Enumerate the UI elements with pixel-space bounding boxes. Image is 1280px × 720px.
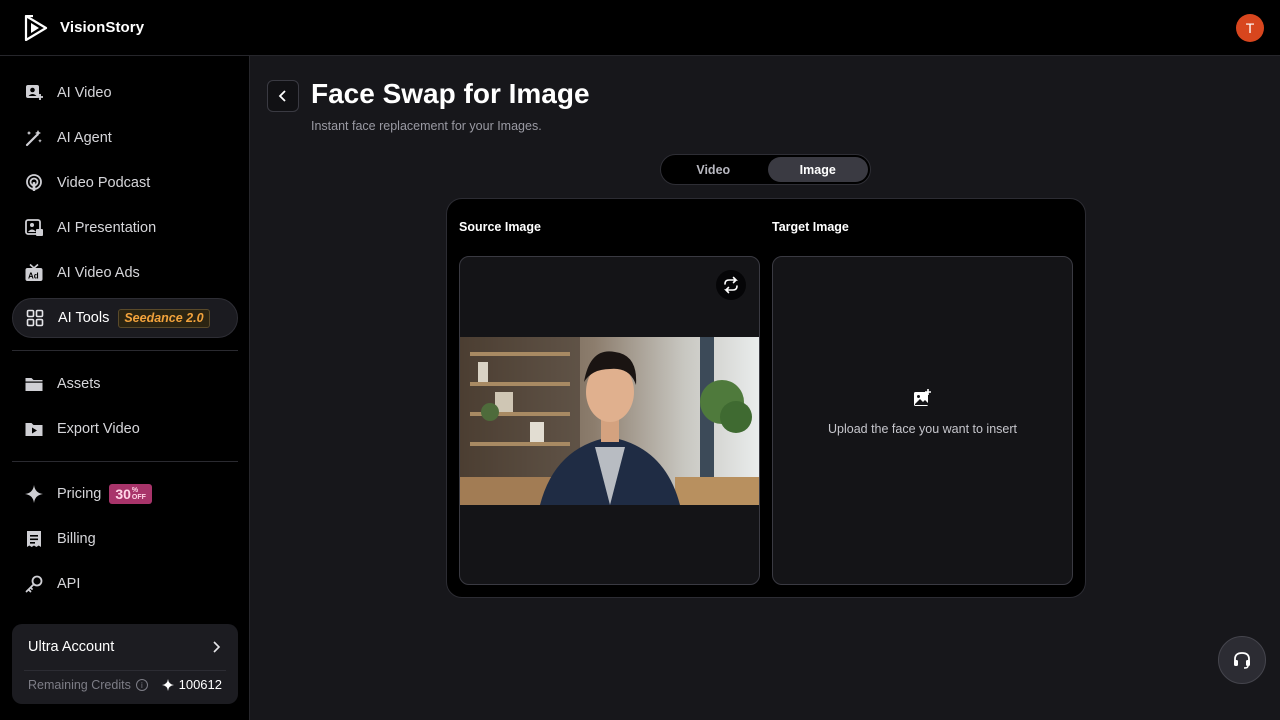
brand[interactable]: VisionStory	[24, 14, 145, 41]
sidebar-item-video-podcast[interactable]: Video Podcast	[12, 163, 238, 203]
sidebar-item-export-video[interactable]: Export Video	[12, 409, 238, 449]
page-title: Face Swap for Image	[311, 78, 590, 109]
source-photo	[460, 337, 759, 505]
account-card[interactable]: Ultra Account Remaining Credits i 100612	[12, 624, 238, 704]
sidebar-item-label: API	[57, 576, 81, 592]
source-image-label: Source Image	[459, 220, 541, 234]
sidebar-item-label: Pricing	[57, 486, 102, 502]
presentation-icon	[24, 218, 44, 238]
sidebar-item-label: Billing	[57, 531, 96, 547]
support-button[interactable]	[1218, 636, 1266, 684]
sidebar-item-pricing[interactable]: Pricing 30 % OFF	[12, 474, 238, 514]
tab-image[interactable]: Image	[767, 157, 868, 182]
tab-video[interactable]: Video	[663, 157, 764, 182]
source-image-slot[interactable]	[459, 256, 760, 585]
account-divider	[24, 670, 226, 671]
swap-arrows-icon	[724, 276, 738, 294]
grid-icon	[25, 308, 45, 328]
chevron-right-icon	[213, 641, 221, 653]
discount-badge: 30 % OFF	[109, 484, 152, 504]
back-button[interactable]	[267, 80, 299, 112]
sidebar: AI Video AI Agent Video Podcast AI Prese…	[0, 56, 250, 720]
sidebar-item-ai-agent[interactable]: AI Agent	[12, 118, 238, 158]
seedance-badge: Seedance 2.0	[118, 308, 210, 328]
sidebar-item-label: Export Video	[57, 421, 140, 437]
sidebar-item-ai-video-ads[interactable]: Ad AI Video Ads	[12, 253, 238, 293]
target-image-label: Target Image	[772, 220, 849, 234]
top-bar: VisionStory T	[0, 0, 1280, 56]
user-avatar[interactable]: T	[1236, 14, 1264, 42]
sidebar-item-ai-presentation[interactable]: AI Presentation	[12, 208, 238, 248]
ad-icon: Ad	[24, 263, 44, 283]
magic-wand-icon	[24, 128, 44, 148]
credit-sparkle-icon	[161, 678, 174, 691]
page-subtitle: Instant face replacement for your Images…	[311, 119, 542, 133]
add-image-icon	[914, 389, 931, 406]
upload-instruction: Upload the face you want to insert	[827, 422, 1017, 436]
key-icon	[24, 574, 44, 594]
folder-icon	[24, 374, 44, 394]
sidebar-divider	[12, 350, 238, 351]
sidebar-item-label: AI Presentation	[57, 220, 157, 236]
info-icon[interactable]: i	[135, 679, 148, 691]
sidebar-item-label: AI Video	[57, 85, 112, 101]
sidebar-item-assets[interactable]: Assets	[12, 364, 238, 404]
visionstory-logo-icon	[24, 14, 48, 41]
account-title: Ultra Account	[28, 639, 115, 655]
target-image-upload[interactable]: Upload the face you want to insert	[772, 256, 1073, 585]
credits-value: 100612	[161, 677, 222, 692]
sidebar-item-billing[interactable]: Billing	[12, 519, 238, 559]
ai-video-icon	[24, 83, 44, 103]
mode-toggle: Video Image	[660, 154, 871, 185]
headset-icon	[1234, 652, 1250, 669]
sidebar-item-api[interactable]: API	[12, 564, 238, 604]
chevron-left-icon	[278, 90, 286, 102]
sidebar-item-label: AI Tools	[58, 310, 110, 326]
sidebar-divider	[12, 461, 238, 462]
sidebar-item-label: AI Agent	[57, 130, 112, 146]
podcast-icon	[24, 173, 44, 193]
sidebar-item-label: AI Video Ads	[57, 265, 140, 281]
svg-text:Ad: Ad	[28, 272, 39, 281]
sidebar-item-ai-video[interactable]: AI Video	[12, 73, 238, 113]
swap-button[interactable]	[716, 270, 746, 300]
sidebar-item-label: Video Podcast	[57, 175, 151, 191]
brand-name: VisionStory	[60, 19, 145, 36]
sidebar-item-label: Assets	[57, 376, 101, 392]
sidebar-item-ai-tools[interactable]: AI Tools Seedance 2.0	[12, 298, 238, 338]
export-folder-icon	[24, 419, 44, 439]
receipt-icon	[24, 529, 44, 549]
face-swap-panel: Source Image Target Image Upload the fac…	[446, 198, 1086, 598]
credits-label: Remaining Credits i	[28, 678, 148, 692]
sparkle-icon	[24, 484, 44, 504]
